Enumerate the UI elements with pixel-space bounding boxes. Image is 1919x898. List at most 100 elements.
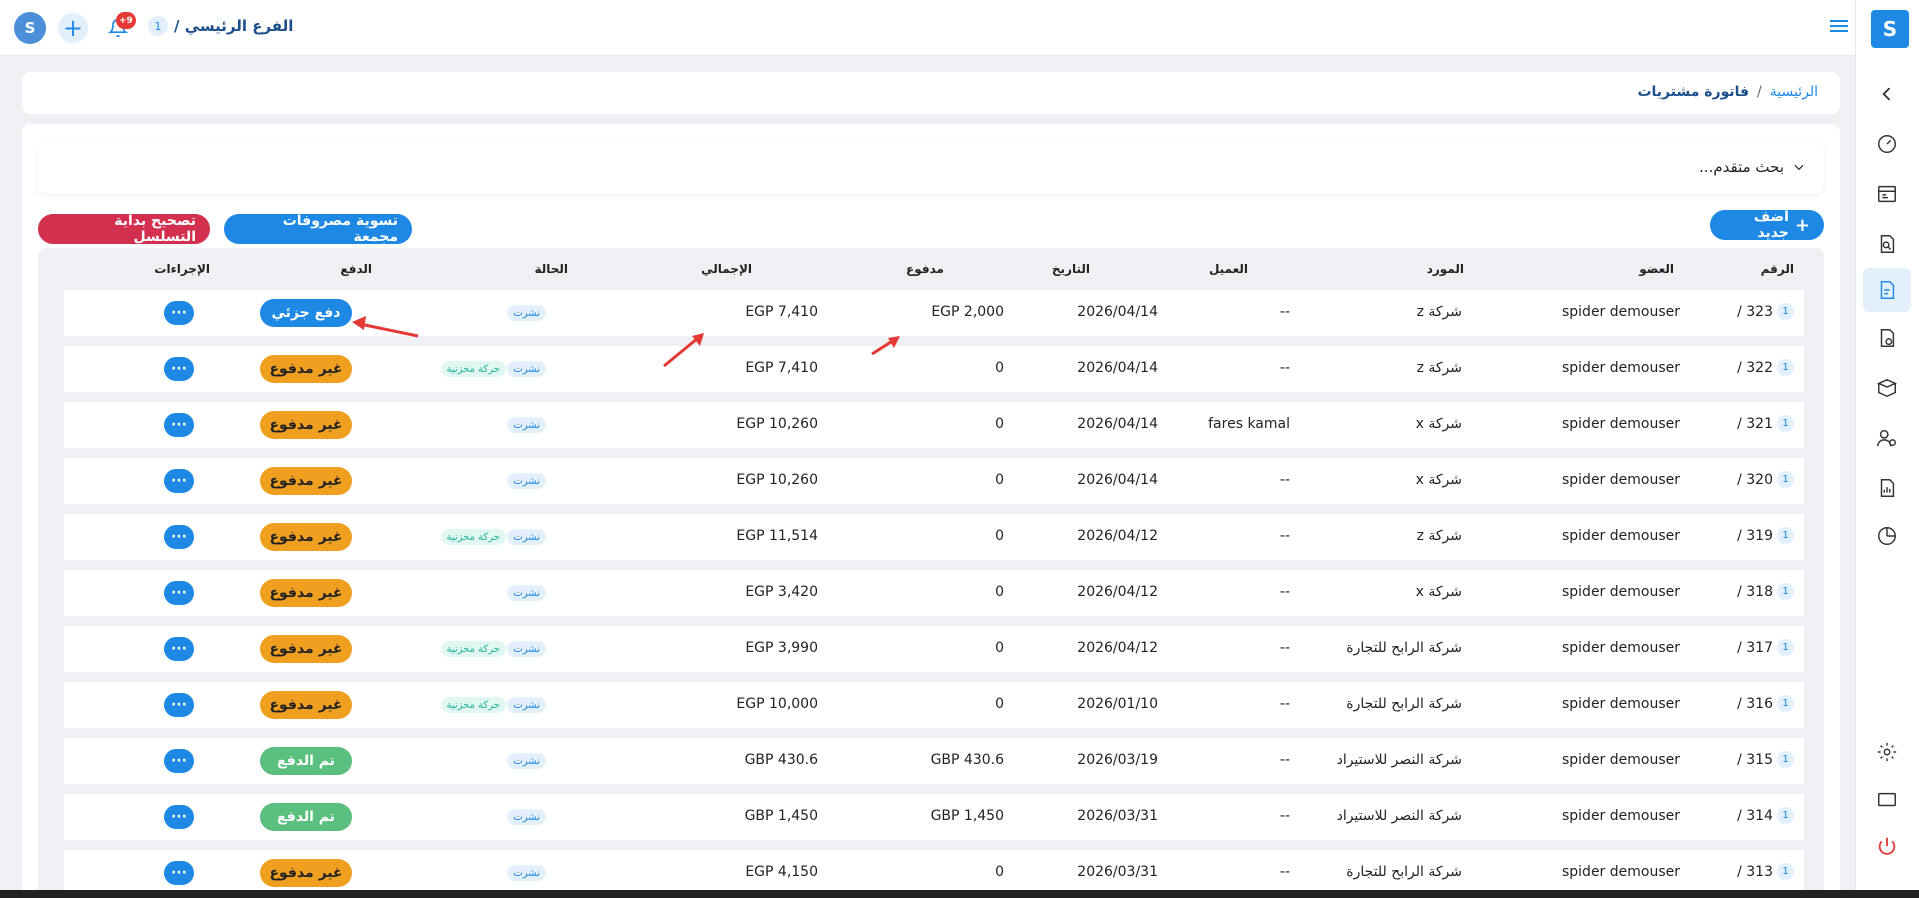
invoice-number[interactable]: 1 316 /	[1737, 695, 1794, 712]
table-row[interactable]: 1 316 / spider demouser شركة الرابح للتجارة…	[64, 682, 1804, 728]
add-new-button[interactable]: + أضف جديد	[1710, 209, 1824, 241]
advanced-search-toggle[interactable]: بحث متقدم...	[1699, 158, 1806, 176]
app-logo-icon[interactable]: S	[14, 12, 46, 44]
supplier-cell: شركة z	[1416, 304, 1462, 320]
fix-sequence-button[interactable]: تصحيح بداية التسلسل	[38, 213, 210, 245]
settle-expenses-button[interactable]: تسوية مصروفات مجمعة	[224, 213, 412, 245]
row-actions-button[interactable]: ···	[164, 637, 194, 661]
client-cell: --	[1279, 808, 1290, 824]
table-row[interactable]: 1 318 / spider demouser شركة x -- 2026/04/12 0…	[64, 570, 1804, 616]
return-doc-icon[interactable]	[1871, 322, 1903, 354]
invoice-number[interactable]: 1 314 /	[1737, 807, 1794, 824]
paid-cell: EGP 2,000	[931, 304, 1004, 320]
total-cell: EGP 7,410	[745, 304, 818, 320]
col-paid[interactable]: مدفوع	[906, 262, 944, 276]
paid-cell: 0	[995, 584, 1004, 600]
col-member[interactable]: العضو	[1639, 262, 1674, 276]
member-cell: spider demouser	[1561, 584, 1680, 600]
breadcrumb-card: الرئيسية / فاتورة مشتريات	[22, 72, 1840, 114]
analytics-icon[interactable]	[1871, 520, 1903, 552]
row-actions-button[interactable]: ···	[164, 749, 194, 773]
display-icon[interactable]	[1871, 784, 1903, 816]
row-actions-button[interactable]: ···	[164, 861, 194, 885]
row-actions-button[interactable]: ···	[164, 693, 194, 717]
payment-status-button[interactable]: غير مدفوع	[260, 579, 352, 607]
col-status[interactable]: الحالة	[534, 262, 568, 276]
branch-selector[interactable]: الفرع الرئيسي / 1	[148, 16, 293, 36]
status-badge: نشرت	[507, 697, 546, 713]
member-cell: spider demouser	[1561, 640, 1680, 656]
row-actions-button[interactable]: ···	[164, 469, 194, 493]
chevron-left-icon[interactable]	[1871, 78, 1903, 110]
invoice-number[interactable]: 1 322 /	[1737, 359, 1794, 376]
invoice-number-text: 315 /	[1737, 751, 1773, 768]
client-cell: --	[1279, 696, 1290, 712]
payment-status-button[interactable]: غير مدفوع	[260, 635, 352, 663]
payment-status-button[interactable]: غير مدفوع	[260, 691, 352, 719]
quick-add-button[interactable]: +	[58, 13, 88, 43]
payment-status-button[interactable]: دفع جزئي	[260, 299, 352, 327]
client-cell: --	[1279, 864, 1290, 880]
col-payment[interactable]: الدفع	[340, 262, 372, 276]
col-total[interactable]: الإجمالي	[701, 262, 752, 276]
payment-status-button[interactable]: غير مدفوع	[260, 355, 352, 383]
table-row[interactable]: 1 322 / spider demouser شركة z -- 2026/04/14 0…	[64, 346, 1804, 392]
reports-icon[interactable]	[1871, 472, 1903, 504]
supplier-cell: شركة الرابح للتجارة	[1346, 864, 1462, 880]
payment-status-button[interactable]: تم الدفع	[260, 747, 352, 775]
dashboard-icon[interactable]	[1871, 128, 1903, 160]
row-actions-button[interactable]: ···	[164, 301, 194, 325]
payment-status-button[interactable]: غير مدفوع	[260, 467, 352, 495]
table-row[interactable]: 1 323 / spider demouser شركة z -- 2026/04/14 E…	[64, 290, 1804, 336]
col-date[interactable]: التاريخ	[1052, 262, 1090, 276]
col-client[interactable]: العميل	[1209, 262, 1248, 276]
row-actions-button[interactable]: ···	[164, 357, 194, 381]
total-cell: EGP 3,990	[745, 640, 818, 656]
row-actions-button[interactable]: ···	[164, 525, 194, 549]
payment-status-button[interactable]: تم الدفع	[260, 803, 352, 831]
supplier-cell: شركة x	[1415, 416, 1462, 432]
date-cell: 2026/03/31	[1077, 864, 1158, 880]
search-doc-icon[interactable]	[1871, 228, 1903, 260]
products-icon[interactable]	[1871, 372, 1903, 404]
invoice-number[interactable]: 1 319 /	[1737, 527, 1794, 544]
invoice-number-text: 322 /	[1737, 359, 1773, 376]
table-row[interactable]: 1 314 / spider demouser شركة النصر للاستيرا…	[64, 794, 1804, 840]
col-number[interactable]: الرقم	[1761, 262, 1794, 276]
row-actions-button[interactable]: ···	[164, 581, 194, 605]
users-icon[interactable]	[1871, 422, 1903, 454]
row-actions-button[interactable]: ···	[164, 805, 194, 829]
table-row[interactable]: 1 317 / spider demouser شركة الرابح للتجارة…	[64, 626, 1804, 672]
total-cell: EGP 4,150	[745, 864, 818, 880]
brand-logo-icon[interactable]: S	[1871, 10, 1909, 48]
col-supplier[interactable]: المورد	[1427, 262, 1464, 276]
row-actions-button[interactable]: ···	[164, 413, 194, 437]
table-row[interactable]: 1 315 / spider demouser شركة النصر للاستيرا…	[64, 738, 1804, 784]
advanced-search-panel[interactable]: بحث متقدم...	[38, 142, 1824, 194]
invoice-number[interactable]: 1 321 /	[1737, 415, 1794, 432]
status-badge: نشرت	[507, 809, 546, 825]
member-cell: spider demouser	[1561, 304, 1680, 320]
table-row[interactable]: 1 321 / spider demouser شركة x fares kamal 20…	[64, 402, 1804, 448]
payment-status-button[interactable]: غير مدفوع	[260, 859, 352, 887]
settings-icon[interactable]	[1871, 736, 1903, 768]
invoice-number[interactable]: 1 313 /	[1737, 863, 1794, 880]
register-icon[interactable]	[1871, 178, 1903, 210]
payment-status-button[interactable]: غير مدفوع	[260, 411, 352, 439]
client-cell: fares kamal	[1208, 416, 1290, 432]
purchase-invoice-icon[interactable]	[1863, 268, 1911, 312]
menu-icon[interactable]	[1830, 18, 1850, 34]
invoice-number[interactable]: 1 320 /	[1737, 471, 1794, 488]
payment-status-button[interactable]: غير مدفوع	[260, 523, 352, 551]
page-title: فاتورة مشتريات	[1637, 84, 1750, 100]
breadcrumb-separator: /	[1757, 84, 1762, 100]
invoice-number[interactable]: 1 315 /	[1737, 751, 1794, 768]
paid-cell: 0	[995, 640, 1004, 656]
power-icon[interactable]	[1871, 830, 1903, 862]
table-row[interactable]: 1 320 / spider demouser شركة x -- 2026/04/14 0…	[64, 458, 1804, 504]
table-row[interactable]: 1 319 / spider demouser شركة z -- 2026/04/12 0…	[64, 514, 1804, 560]
invoice-number[interactable]: 1 318 /	[1737, 583, 1794, 600]
breadcrumb-home-link[interactable]: الرئيسية	[1770, 84, 1818, 100]
invoice-number[interactable]: 1 323 /	[1737, 303, 1794, 320]
invoice-number[interactable]: 1 317 /	[1737, 639, 1794, 656]
